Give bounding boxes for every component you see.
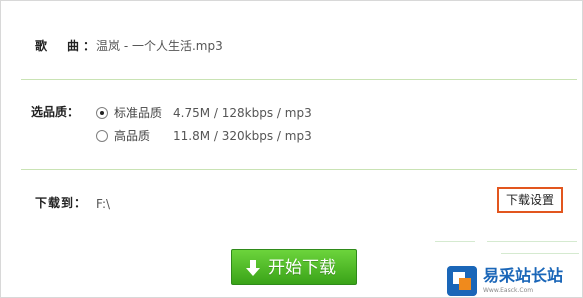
divider xyxy=(21,79,577,80)
start-download-label: 开始下载 xyxy=(268,258,336,278)
song-label: 歌 曲： xyxy=(35,39,100,53)
decorative-line xyxy=(487,241,577,242)
download-path: F:\ xyxy=(96,197,111,211)
decorative-line xyxy=(501,253,579,254)
quality-option-detail: 4.75M / 128kbps / mp3 xyxy=(173,106,312,120)
quality-option-label: 高品质 xyxy=(114,129,151,143)
watermark-text: 易采站长站 xyxy=(483,266,564,285)
watermark-logo: 易采站长站 Www.Easck.Com xyxy=(447,264,583,298)
download-arrow-icon xyxy=(246,260,260,276)
download-dialog: 歌 曲： 温岚 - 一个人生活.mp3 选品质： 标准品质 4.75M / 12… xyxy=(0,0,583,298)
start-download-button[interactable]: 开始下载 xyxy=(231,249,357,285)
radio-high[interactable] xyxy=(96,130,108,142)
watermark-subtext: Www.Easck.Com xyxy=(483,287,534,294)
download-location-label: 下载到： xyxy=(35,196,88,210)
quality-option-detail: 11.8M / 320kbps / mp3 xyxy=(173,129,312,143)
divider xyxy=(21,169,577,170)
quality-option-label: 标准品质 xyxy=(114,106,163,120)
song-name: 温岚 - 一个人生活.mp3 xyxy=(96,39,223,53)
download-settings-button[interactable]: 下载设置 xyxy=(497,187,563,213)
radio-standard[interactable] xyxy=(96,107,108,119)
logo-mark-icon xyxy=(447,266,477,296)
decorative-line xyxy=(435,241,475,242)
quality-label: 选品质： xyxy=(31,105,80,119)
